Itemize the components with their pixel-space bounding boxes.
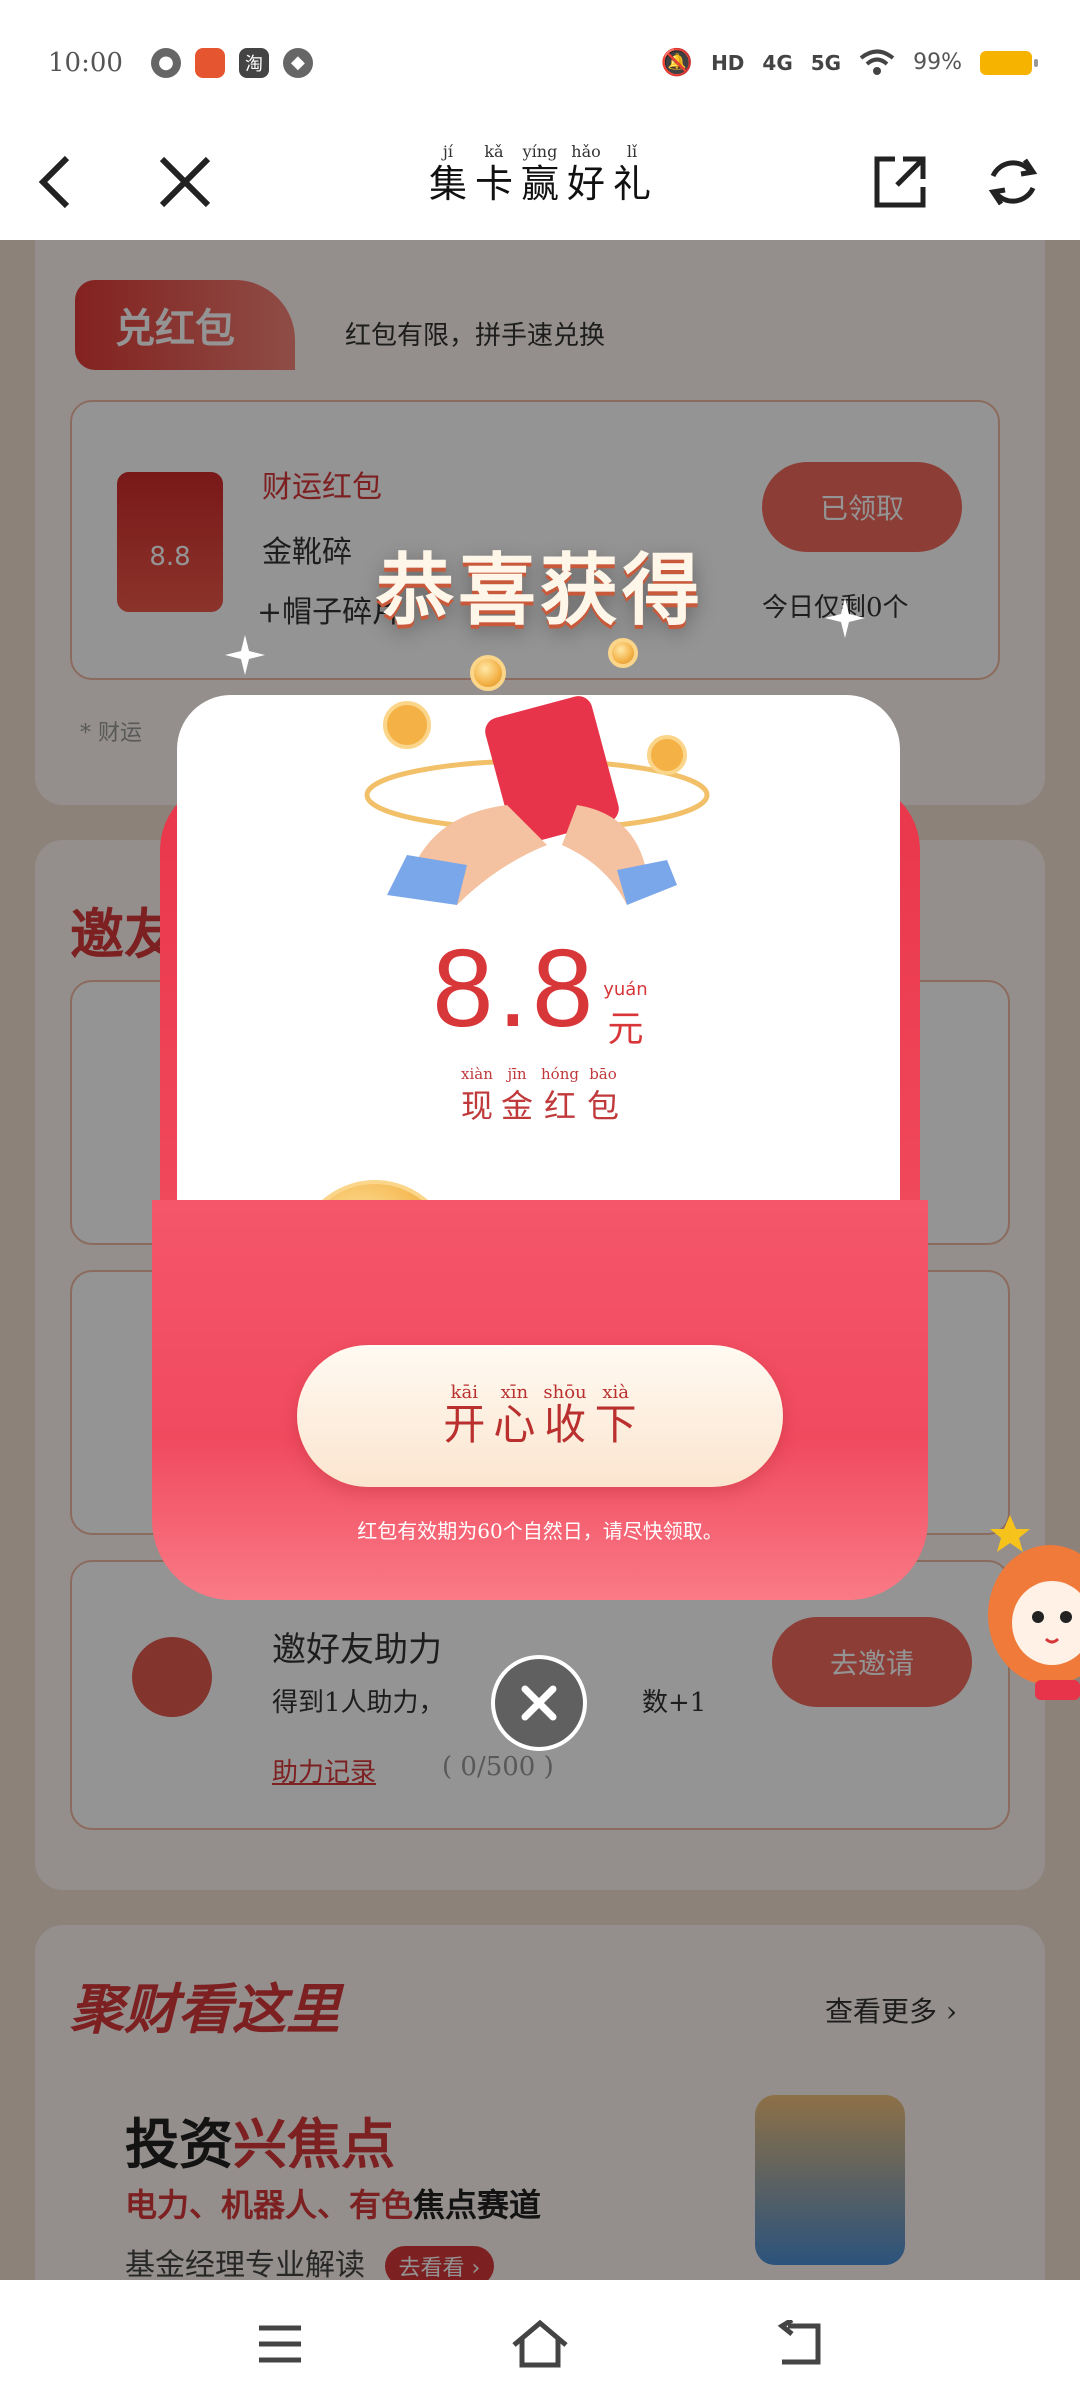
sparkle-icon [225,635,265,675]
hands-red-packet-illustration [364,696,710,905]
title-char: kǎ 卡 [474,142,513,207]
status-bar: 10:00 ● 淘 ◆ 🔕 HD 4G 5G 99% [0,0,1080,125]
wechat-icon: ● [150,47,181,78]
congrats-title: 恭喜获得 [375,546,704,636]
qq-icon: ◆ [282,47,313,78]
status-time: 10:00 [48,47,123,78]
coin-decoration [470,655,506,691]
title-char: jí 集 [428,142,467,207]
notification-icons: ● 淘 ◆ [150,47,313,78]
subtitle-char: xiàn 现 [460,1065,493,1125]
home-button[interactable] [495,2299,585,2389]
status-right: 🔕 HD 4G 5G 99% [660,47,1038,78]
app-icon [194,47,225,78]
taobao-icon: 淘 [238,47,269,78]
coin-decoration [608,638,638,668]
battery-icon [980,50,1038,75]
unit-pinyin: yuán [603,979,648,1000]
accept-char: kāi 开 [443,1382,486,1449]
signal-5g-icon: 5G [810,50,842,75]
mute-icon: 🔕 [660,47,694,78]
sparkle-icon [825,598,865,638]
refresh-button[interactable] [968,137,1058,227]
wifi-icon [859,49,895,75]
subtitle-char: hóng 红 [541,1065,579,1125]
share-icon [874,156,926,208]
close-popup-button[interactable] [491,1655,587,1751]
menu-button[interactable] [235,2299,325,2389]
amount-unit: yuán 元 [603,979,648,1052]
title-char: hǎo 好 [567,142,606,207]
mascot-floating-icon[interactable] [980,1515,1080,1725]
reward-amount: 8.8 yuán 元 [0,925,1080,1052]
reward-type: xiàn 现 jīn 金 hóng 红 bāo 包 [0,1065,1080,1129]
validity-note: 红包有效期为60个自然日，请尽快领取。 [357,1519,723,1543]
hd-icon: HD [711,50,745,75]
accept-char: xià 下 [594,1382,637,1449]
system-nav-bar [0,2280,1080,2408]
title-char: lǐ 礼 [613,142,652,207]
title-char: yíng 赢 [520,142,559,207]
share-button[interactable] [855,137,945,227]
unit-char: 元 [607,1009,644,1050]
system-back-button[interactable] [755,2299,845,2389]
signal-4g-icon: 4G [762,50,793,75]
refresh-icon [988,158,1038,206]
accept-char: xīn 心 [493,1382,536,1449]
subtitle-char: bāo 包 [586,1065,619,1125]
subtitle-char: jīn 金 [501,1065,534,1125]
accept-button[interactable]: kāi 开 xīn 心 shōu 收 xià 下 [297,1345,783,1487]
return-icon [777,2320,821,2365]
menu-icon [259,2325,301,2363]
nav-bar: jí 集 kǎ 卡 yíng 赢 hǎo 好 lǐ 礼 [0,125,1080,240]
amount-value: 8.8 [432,927,598,1050]
battery-text: 99% [913,50,962,75]
close-icon [521,1685,557,1721]
accept-char: shōu 收 [543,1382,587,1449]
home-icon [512,2319,568,2368]
